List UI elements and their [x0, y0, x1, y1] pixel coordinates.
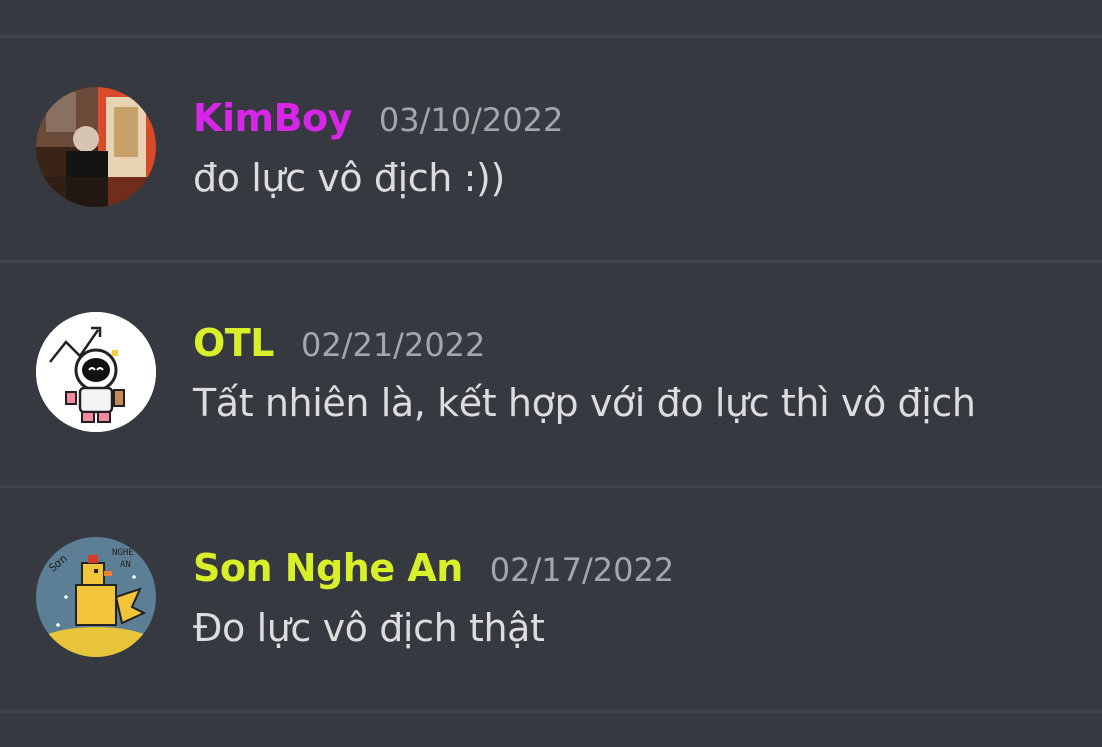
user-avatar[interactable]: [36, 87, 156, 207]
message-divider: [0, 710, 1102, 713]
username[interactable]: Son Nghe An: [193, 546, 463, 590]
timestamp: 02/21/2022: [300, 326, 486, 364]
timestamp: 03/10/2022: [378, 101, 564, 139]
message-header: Son Nghe An 02/17/2022: [193, 546, 674, 590]
message-item[interactable]: OTL 02/21/2022 Tất nhiên là, kết hợp với…: [0, 263, 1102, 485]
timestamp: 02/17/2022: [489, 551, 675, 589]
message-content: Đo lực vô địch thật: [193, 606, 545, 650]
message-header: OTL 02/21/2022: [193, 321, 485, 365]
message-content: Tất nhiên là, kết hợp với đo lực thì vô …: [193, 381, 976, 425]
username[interactable]: OTL: [193, 321, 274, 365]
message-list: KimBoy 03/10/2022 đo lực vô địch :)) OTL…: [0, 0, 1102, 747]
user-avatar[interactable]: [36, 312, 156, 432]
user-avatar[interactable]: Sơn NGHỆ AN: [36, 537, 156, 657]
message-content: đo lực vô địch :)): [193, 156, 505, 200]
svg-text:NGHỆ: NGHỆ: [112, 547, 134, 558]
message-item[interactable]: Sơn NGHỆ AN Son Nghe An 02/17/2022 Đo lự…: [0, 488, 1102, 710]
username[interactable]: KimBoy: [193, 96, 352, 140]
message-item[interactable]: KimBoy 03/10/2022 đo lực vô địch :)): [0, 38, 1102, 260]
svg-text:AN: AN: [120, 560, 131, 570]
message-header: KimBoy 03/10/2022: [193, 96, 563, 140]
